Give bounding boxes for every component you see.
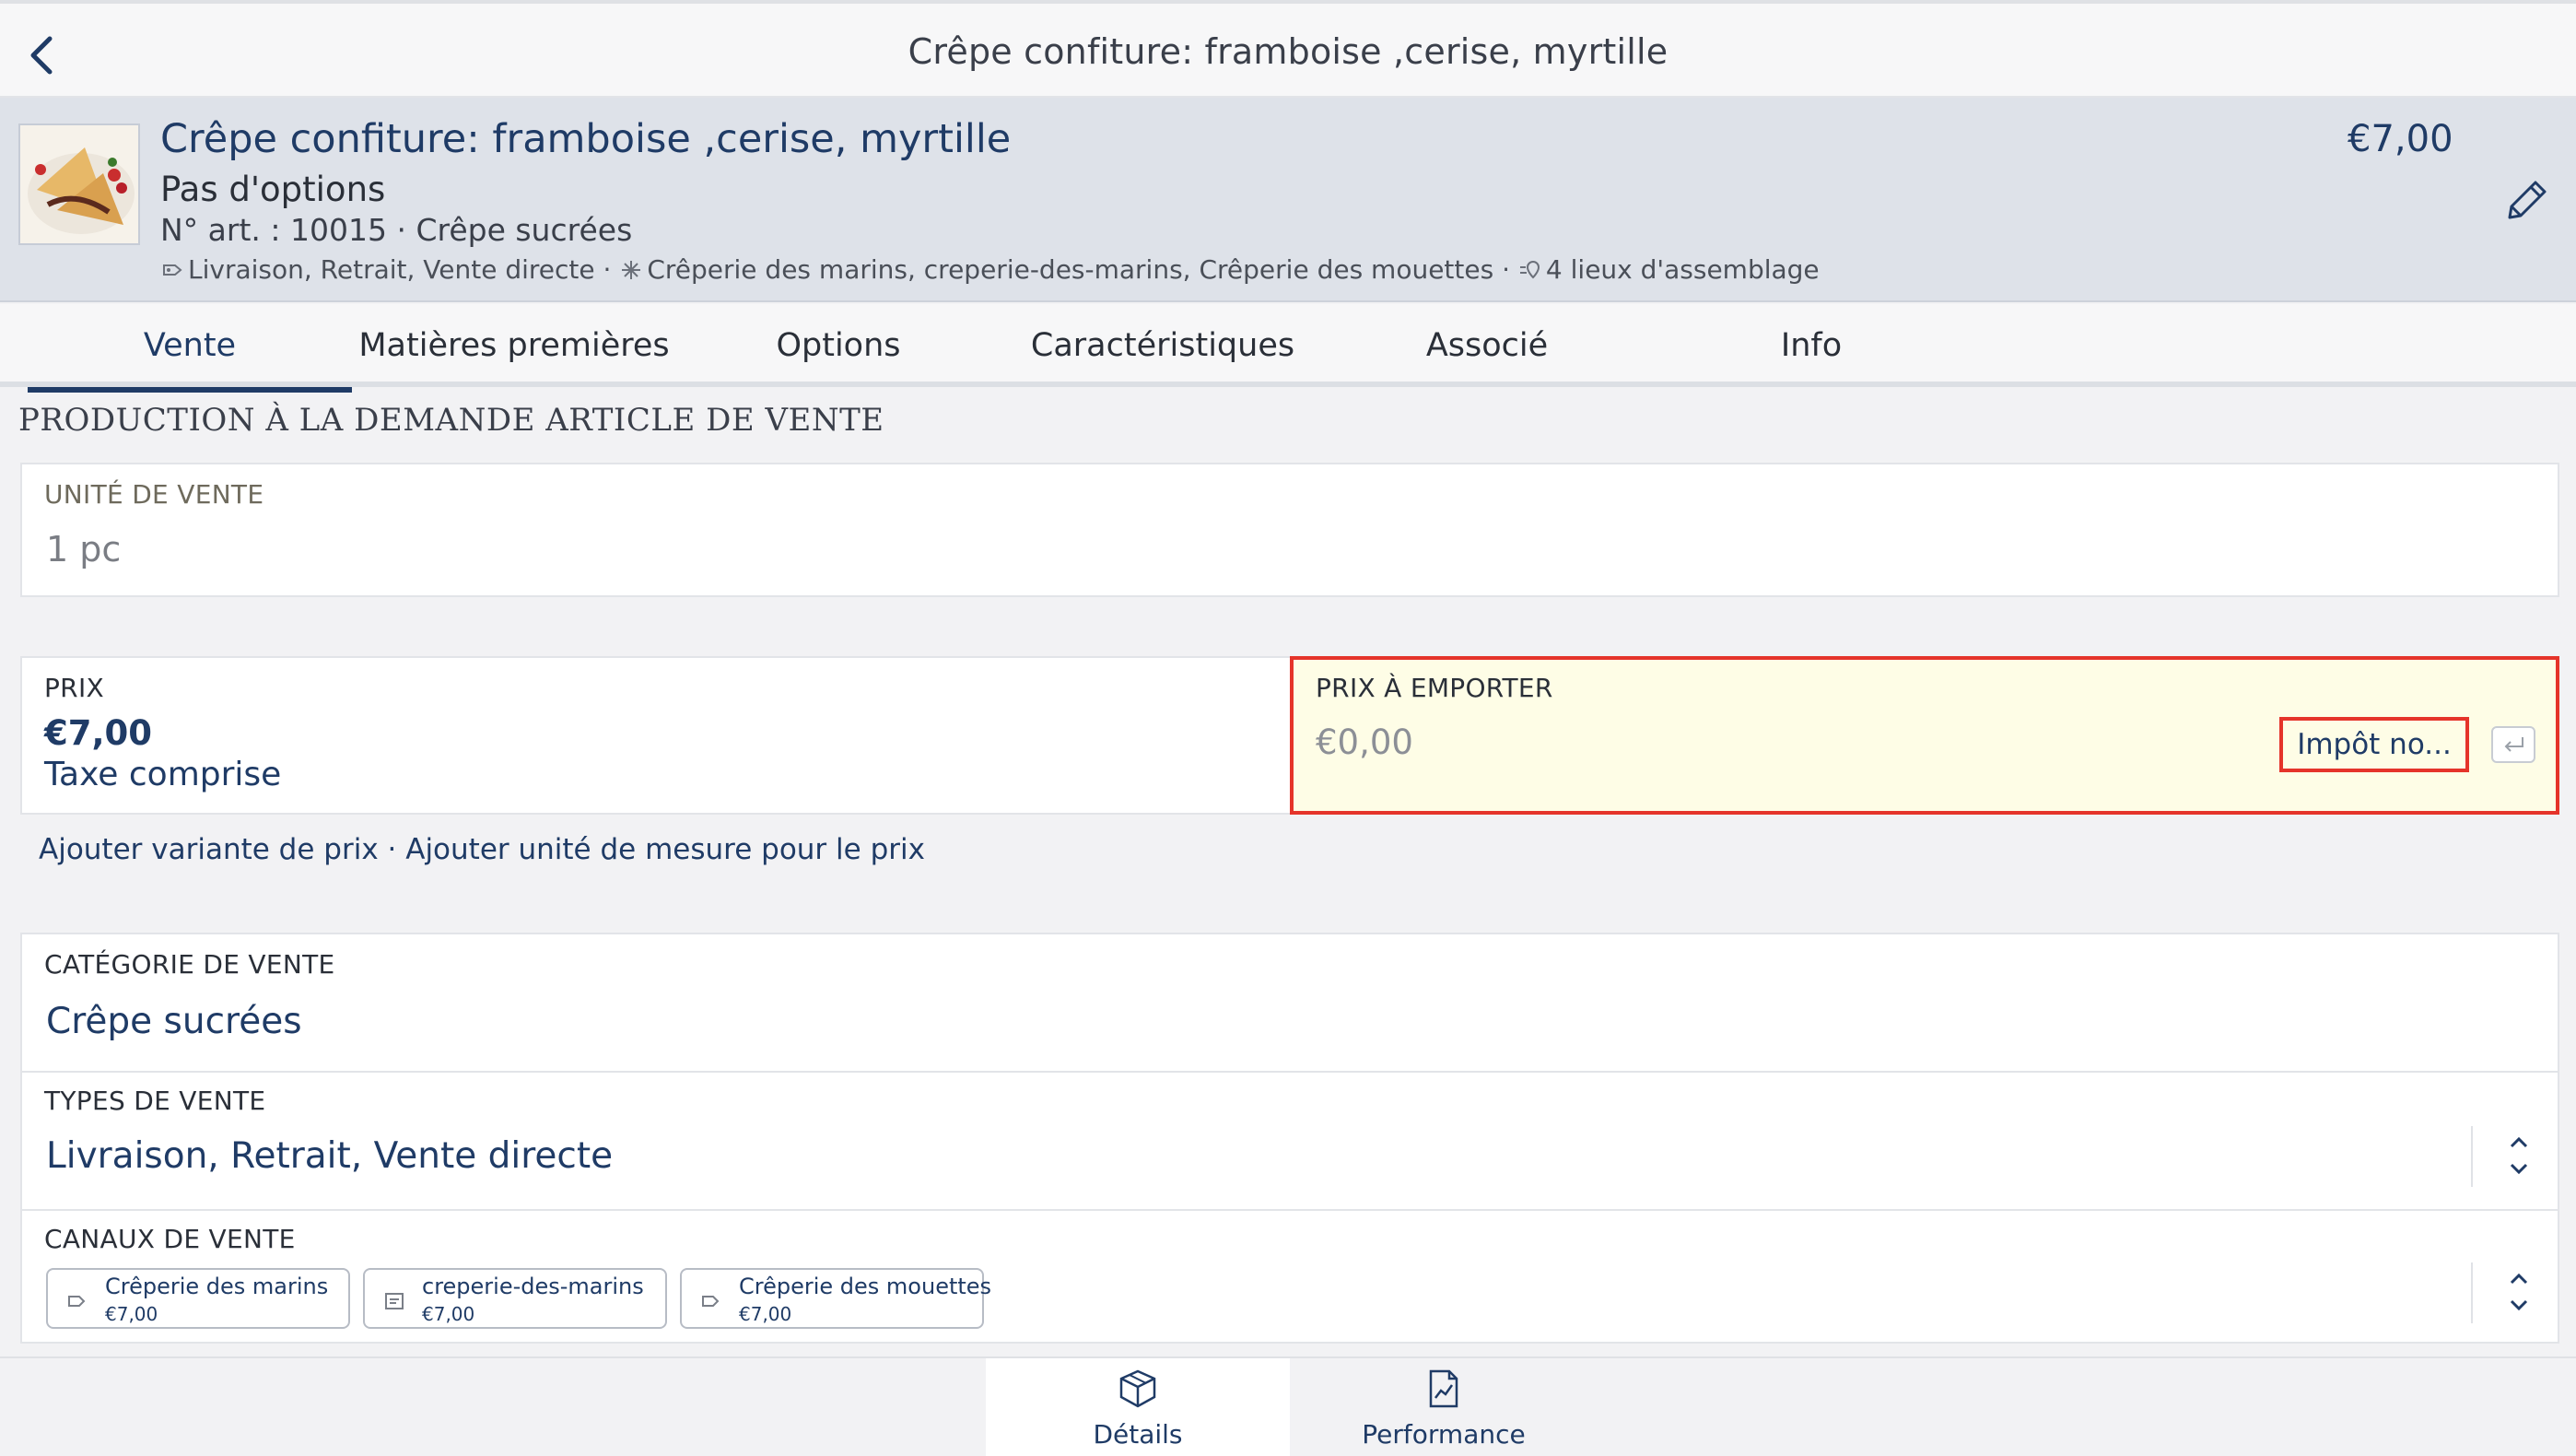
- box-icon: [1118, 1368, 1158, 1410]
- add-price-unit-link[interactable]: Ajouter unité de mesure pour le prix: [405, 833, 925, 866]
- bottom-tab-details[interactable]: Détails: [986, 1358, 1290, 1456]
- tax-select-button[interactable]: Impôt no...: [2279, 717, 2469, 772]
- sale-types-value: Livraison, Retrait, Vente directe: [46, 1135, 614, 1177]
- return-icon[interactable]: [2491, 726, 2535, 763]
- sale-category-label: CATÉGORIE DE VENTE: [44, 949, 335, 980]
- product-thumbnail: [18, 123, 140, 245]
- tab-options[interactable]: Options: [676, 304, 1001, 387]
- bottom-tab-bar: Détails Performance: [0, 1356, 2576, 1456]
- channels-icon: [619, 258, 643, 288]
- web-channel-icon: [383, 1290, 405, 1312]
- product-channels: Crêperie des marins, creperie-des-marins…: [647, 254, 1511, 285]
- sales-channels-label: CANAUX DE VENTE: [44, 1224, 296, 1254]
- price-field[interactable]: PRIX €7,00 Taxe comprise: [20, 656, 1292, 815]
- channel-name: creperie-des-marins: [422, 1274, 644, 1299]
- takeaway-price-input[interactable]: €0,00: [1316, 722, 1413, 762]
- product-meta: Livraison, Retrait, Vente directe · Crêp…: [160, 254, 1820, 288]
- channel-icon: [700, 1290, 722, 1312]
- channel-name: Crêperie des mouettes: [739, 1274, 992, 1299]
- channel-chip[interactable]: Crêperie des marins €7,00: [46, 1268, 350, 1329]
- product-title: Crêpe confiture: framboise ,cerise, myrt…: [160, 116, 1012, 162]
- pencil-icon[interactable]: [2499, 175, 2552, 229]
- price-label: PRIX: [44, 673, 104, 703]
- chart-document-icon: [1423, 1368, 1464, 1410]
- product-options-summary: Pas d'options: [160, 170, 386, 209]
- price-actions: Ajouter variante de prix · Ajouter unité…: [39, 833, 925, 866]
- sale-types-icon: [160, 258, 184, 288]
- tab-associe[interactable]: Associé: [1325, 304, 1649, 387]
- takeaway-price-label: PRIX À EMPORTER: [1316, 673, 1553, 703]
- sale-category-field[interactable]: CATÉGORIE DE VENTE Crêpe sucrées: [20, 933, 2559, 1073]
- product-header: Crêpe confiture: framboise ,cerise, myrt…: [0, 98, 2576, 302]
- section-title: PRODUCTION À LA DEMANDE ARTICLE DE VENTE: [18, 402, 884, 439]
- price-tax-info: Taxe comprise: [44, 756, 282, 793]
- page-title: Crêpe confiture: framboise ,cerise, myrt…: [907, 31, 1669, 72]
- bottom-tab-label: Performance: [1362, 1419, 1526, 1450]
- divider: [2471, 1126, 2473, 1187]
- channel-price: €7,00: [739, 1303, 792, 1325]
- sale-types-label: TYPES DE VENTE: [44, 1086, 266, 1116]
- tab-caracteristiques[interactable]: Caractéristiques: [1001, 304, 1325, 387]
- product-assembly-locations: 4 lieux d'assemblage: [1545, 254, 1820, 285]
- sales-channels-field: CANAUX DE VENTE Crêperie des marins €7,0…: [20, 1209, 2559, 1344]
- product-price: €7,00: [2348, 118, 2453, 160]
- tab-vente[interactable]: Vente: [28, 304, 352, 393]
- navigation-bar: Crêpe confiture: framboise ,cerise, myrt…: [0, 0, 2576, 98]
- divider: [2471, 1262, 2473, 1323]
- channel-price: €7,00: [105, 1303, 158, 1325]
- tab-bar: Vente Matières premières Options Caracté…: [0, 304, 2576, 393]
- back-icon[interactable]: [22, 29, 68, 81]
- product-article-number: N° art. : 10015 · Crêpe sucrées: [160, 212, 633, 248]
- takeaway-price-field[interactable]: PRIX À EMPORTER €0,00 Impôt no...: [1290, 656, 2559, 815]
- link-separator: ·: [378, 833, 406, 866]
- channel-chip[interactable]: Crêperie des mouettes €7,00: [680, 1268, 991, 1329]
- tab-matieres-premieres[interactable]: Matières premières: [352, 304, 676, 387]
- sale-types-field[interactable]: TYPES DE VENTE Livraison, Retrait, Vente…: [20, 1071, 2559, 1211]
- bottom-tab-performance[interactable]: Performance: [1292, 1358, 1596, 1456]
- assembly-location-icon: [1518, 258, 1542, 288]
- channel-price: €7,00: [422, 1303, 475, 1325]
- sale-unit-label: UNITÉ DE VENTE: [44, 479, 264, 510]
- sale-unit-field[interactable]: UNITÉ DE VENTE 1 pc: [20, 463, 2559, 597]
- sale-types-stepper-icon[interactable]: [2500, 1128, 2537, 1183]
- sales-channels-stepper-icon[interactable]: [2500, 1264, 2537, 1320]
- product-sale-types: Livraison, Retrait, Vente directe ·: [188, 254, 612, 285]
- tab-info[interactable]: Info: [1649, 304, 1973, 387]
- add-price-variant-link[interactable]: Ajouter variante de prix: [39, 833, 379, 866]
- bottom-tab-label: Détails: [1093, 1419, 1183, 1450]
- sale-unit-value: 1 pc: [46, 529, 122, 569]
- price-value: €7,00: [44, 713, 153, 753]
- channel-icon: [66, 1290, 88, 1312]
- sale-category-value: Crêpe sucrées: [46, 1001, 302, 1042]
- channel-name: Crêperie des marins: [105, 1274, 329, 1299]
- channel-chip[interactable]: creperie-des-marins €7,00: [363, 1268, 667, 1329]
